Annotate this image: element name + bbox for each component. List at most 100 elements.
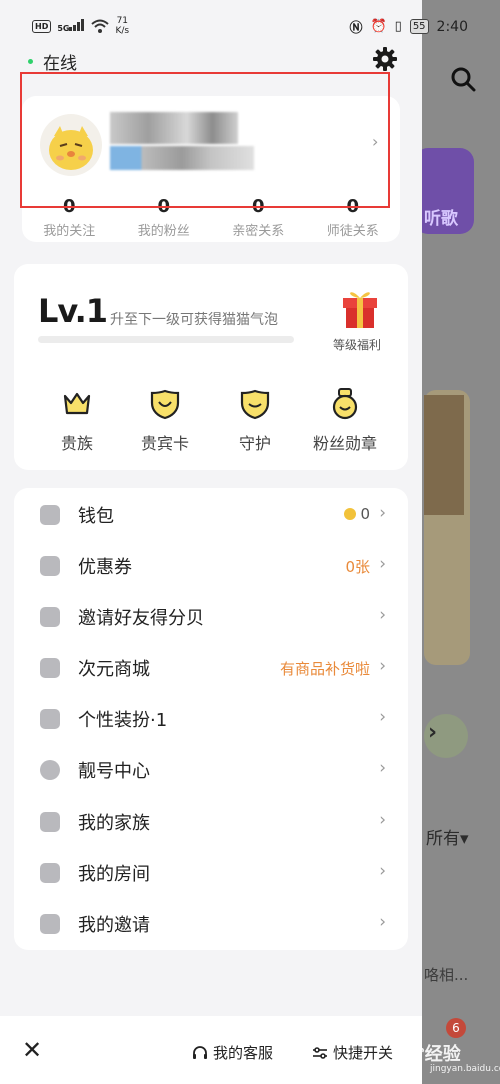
level-benefit-label[interactable]: 等级福利 <box>333 336 381 353</box>
menu-item-label: 我的家族 <box>78 813 150 834</box>
menu-item-label: 靓号中心 <box>78 761 150 782</box>
chevron-right-icon: › <box>379 861 386 881</box>
wifi-icon <box>91 19 110 33</box>
menu-item-room[interactable]: 我的房间 › <box>14 848 408 899</box>
invite-icon <box>40 607 60 627</box>
menu-item-my-invitation[interactable]: 我的邀请 › <box>14 899 408 950</box>
vibrate-icon: ▯ <box>394 19 402 34</box>
headset-icon <box>193 1045 207 1059</box>
stat-label: 师徒关系 <box>326 224 379 239</box>
level-badge: Lv.1 <box>38 292 108 330</box>
home-icon <box>40 863 60 883</box>
filter-all-label: 所有 <box>426 829 460 849</box>
menu-item-dressup[interactable]: 个性装扮·1 › <box>14 694 408 745</box>
nfc-icon: Ⓝ <box>349 21 363 36</box>
menu-item-label: 邀请好友得分贝 <box>78 608 204 629</box>
chevron-right-icon: › <box>379 912 386 932</box>
coin-icon <box>344 508 357 520</box>
shop-icon <box>40 658 60 678</box>
coupon-icon <box>40 556 60 576</box>
chevron-right-icon: › <box>379 758 386 778</box>
menu-item-invite-friends[interactable]: 邀请好友得分贝 › <box>14 592 408 643</box>
clock: 2:40 <box>436 18 468 35</box>
sliders-icon <box>313 1046 327 1059</box>
customer-service-button[interactable]: 我的客服 <box>192 1042 273 1063</box>
stat-value: 0 <box>346 196 360 217</box>
menu-item-label: 我的邀请 <box>78 915 150 936</box>
music-banner-label: 听歌 <box>424 209 458 229</box>
menu-item-label: 个性装扮·1 <box>78 710 168 731</box>
menu-item-shop[interactable]: 次元商城 有商品补货啦 › <box>14 643 408 694</box>
shortcut-label: 快捷开关 <box>333 1044 394 1062</box>
chevron-right-icon: › <box>379 656 386 676</box>
menu-item-label: 钱包 <box>78 506 114 527</box>
notification-badge: 6 <box>446 1018 466 1038</box>
gear-icon[interactable] <box>373 47 397 71</box>
profile-stats: 0 我的关注 0 我的粉丝 0 亲密关系 0 师徒关系 <box>22 196 400 239</box>
shortcut-toggle-button[interactable]: 快捷开关 <box>312 1042 393 1063</box>
menu-item-liang-center[interactable]: 靓号中心 › <box>14 745 408 796</box>
menu-item-family[interactable]: 我的家族 › <box>14 797 408 848</box>
chevron-right-icon: › <box>379 503 386 523</box>
privilege-fan-medal[interactable]: 粉丝勋章 <box>300 388 390 454</box>
online-dot-icon <box>28 59 33 64</box>
background-text: 咯相... <box>424 966 469 984</box>
avatar[interactable] <box>40 114 102 176</box>
stat-fans[interactable]: 0 我的粉丝 <box>117 196 212 239</box>
privilege-guard[interactable]: 守护 <box>210 388 300 454</box>
customer-service-label: 我的客服 <box>213 1044 274 1062</box>
battery-indicator: 55 <box>409 19 429 34</box>
signal-icon: 5G <box>57 18 85 34</box>
vip-shield-icon <box>150 389 180 420</box>
privilege-nobility[interactable]: 贵族 <box>32 388 122 454</box>
next-arrow-icon: › <box>428 720 438 745</box>
stat-following[interactable]: 0 我的关注 <box>22 196 117 239</box>
filter-all[interactable]: 所有▾ <box>426 824 469 849</box>
menu-item-wallet[interactable]: 钱包 0 › <box>14 490 408 541</box>
stat-label: 亲密关系 <box>232 224 285 239</box>
online-label: 在线 <box>43 54 77 74</box>
privilege-vip-card[interactable]: 贵宾卡 <box>120 388 210 454</box>
stat-value: 0 <box>62 196 76 217</box>
crown-icon <box>63 392 91 415</box>
guard-shield-icon <box>240 389 270 420</box>
privilege-label: 粉丝勋章 <box>312 434 377 453</box>
baidu-watermark-logo: ꗃ经验 <box>412 1044 461 1065</box>
stat-value: 0 <box>251 196 265 217</box>
wallet-icon <box>40 505 60 525</box>
privilege-label: 贵宾卡 <box>140 434 189 453</box>
chevron-right-icon: › <box>379 810 386 830</box>
menu-item-label: 我的房间 <box>78 864 150 885</box>
username-blurred <box>110 112 238 144</box>
search-icon[interactable] <box>450 66 476 92</box>
gift-icon[interactable] <box>340 286 380 330</box>
wallet-balance: 0 <box>344 505 370 523</box>
coupon-count: 0张 <box>345 558 370 576</box>
privilege-label: 守护 <box>238 434 271 453</box>
stat-value: 0 <box>157 196 171 217</box>
shirt-icon <box>40 709 60 729</box>
user-id-blurred <box>110 146 254 170</box>
network-speed: 71 K/s <box>115 16 130 36</box>
liang-icon <box>40 760 60 780</box>
shop-restock-notice: 有商品补货啦 <box>279 660 370 678</box>
fan-medal-icon <box>332 388 358 420</box>
chevron-right-icon: › <box>379 554 386 574</box>
baidu-watermark-url: jingyan.baidu.com <box>430 1064 500 1074</box>
menu-item-coupon[interactable]: 优惠券 0张 › <box>14 541 408 592</box>
stat-intimate[interactable]: 0 亲密关系 <box>211 196 306 239</box>
privilege-label: 贵族 <box>60 434 93 453</box>
alarm-icon: ⏰ <box>370 19 387 34</box>
stat-label: 我的关注 <box>43 224 96 239</box>
family-icon <box>40 812 60 832</box>
stat-mentor[interactable]: 0 师徒关系 <box>306 196 401 239</box>
online-status[interactable]: 在线 <box>28 49 77 74</box>
close-icon[interactable]: ✕ <box>22 1036 42 1064</box>
stat-label: 我的粉丝 <box>137 224 190 239</box>
hd-indicator: HD <box>32 19 52 33</box>
status-bar: HD 5G 71 K/s Ⓝ ⏰ ▯ 55 2:40 <box>0 0 500 44</box>
level-description: 升至下一级可获得猫猫气泡 <box>110 312 278 328</box>
invitation-icon <box>40 914 60 934</box>
menu-item-label: 次元商城 <box>78 659 150 680</box>
chevron-right-icon: › <box>379 707 386 727</box>
